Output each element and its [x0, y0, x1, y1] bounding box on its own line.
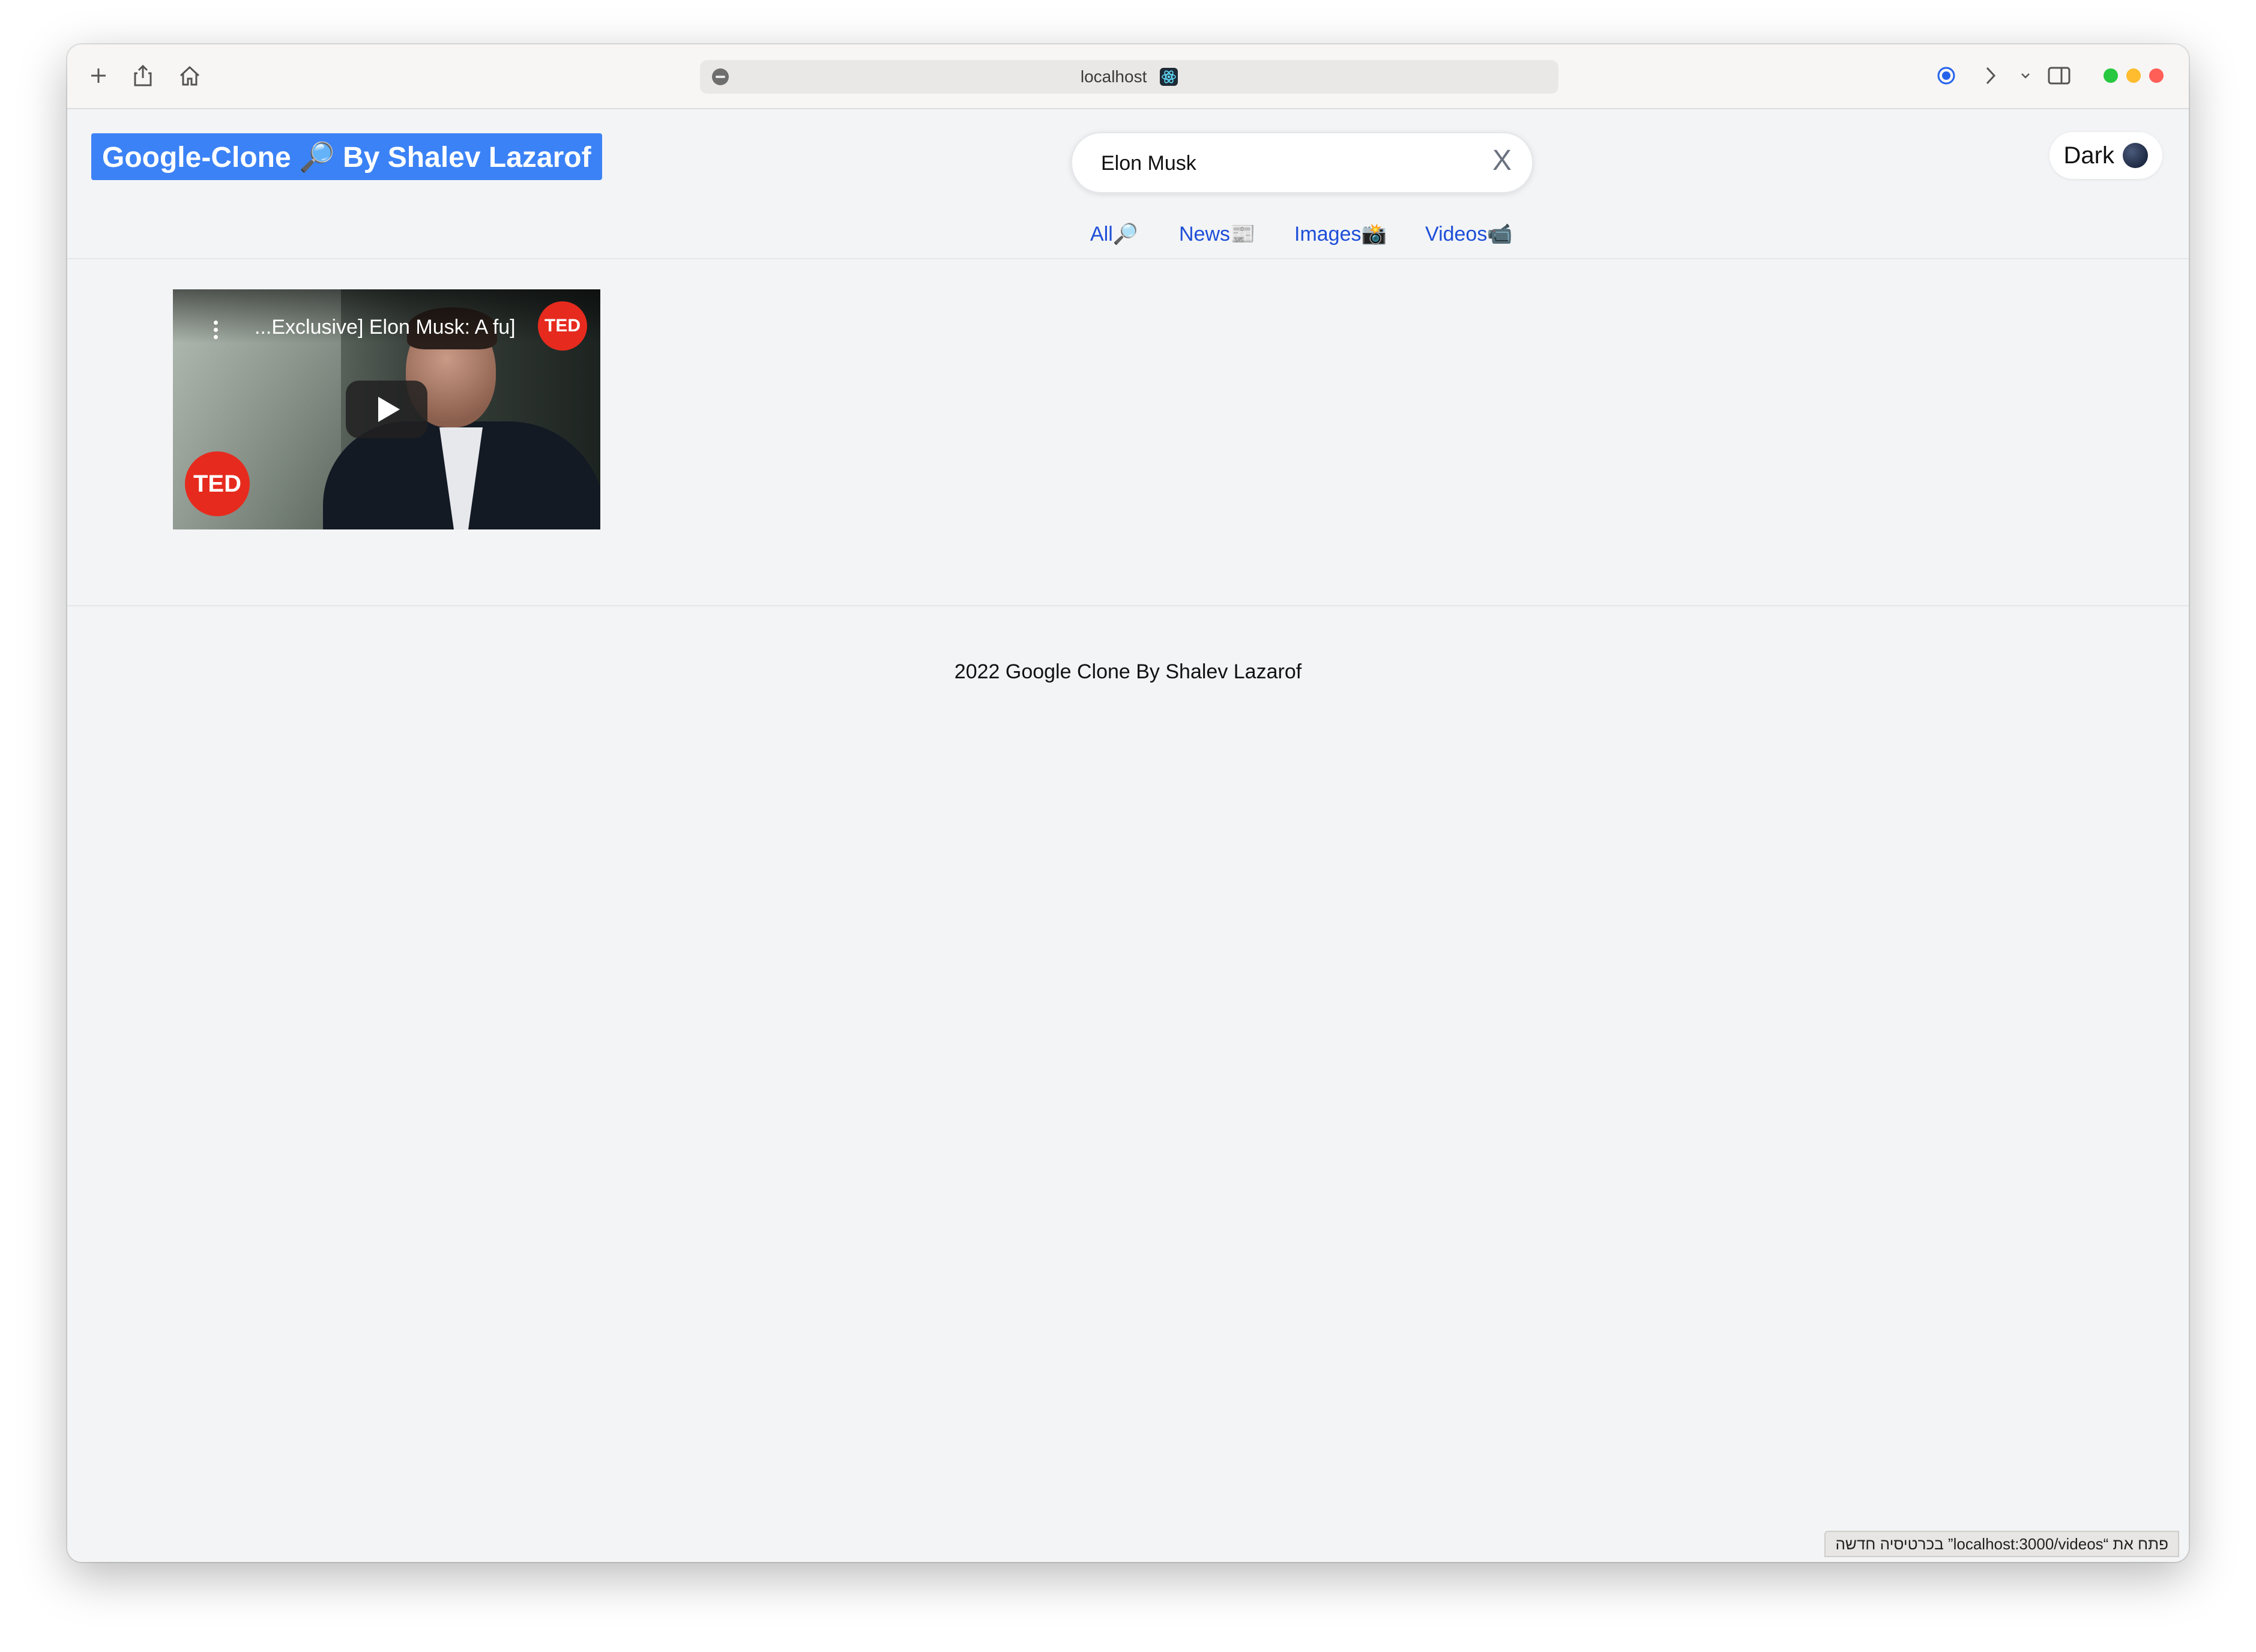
search-tabs: All🔎 News📰 Images📸 Videos📹	[67, 222, 2189, 246]
minimize-button[interactable]	[2126, 68, 2141, 83]
play-icon	[378, 397, 400, 422]
dark-mode-label: Dark	[2063, 142, 2114, 169]
home-icon[interactable]	[174, 60, 205, 91]
footer-divider	[67, 605, 2189, 606]
sidebar-toggle-icon[interactable]	[2043, 60, 2075, 91]
ted-watermark: TED	[185, 451, 250, 516]
play-button[interactable]	[346, 381, 427, 438]
tab-videos[interactable]: Videos📹	[1425, 222, 1513, 246]
tab-all[interactable]: All🔎	[1090, 222, 1138, 246]
maximize-button[interactable]	[2104, 68, 2118, 83]
chevron-down-icon[interactable]	[2010, 60, 2041, 91]
dark-mode-toggle[interactable]: Dark	[2049, 132, 2162, 179]
search-input[interactable]	[1100, 149, 1462, 178]
close-window-button[interactable]	[2149, 68, 2164, 83]
video-menu-icon[interactable]	[214, 321, 219, 339]
channel-avatar[interactable]: TED	[538, 301, 587, 351]
new-tab-icon[interactable]	[83, 60, 114, 91]
clear-search-button[interactable]: X	[1492, 144, 1512, 177]
tab-images[interactable]: Images📸	[1294, 222, 1387, 246]
video-title[interactable]: ...Exclusive] Elon Musk: A fu]	[255, 316, 516, 339]
moon-icon	[2123, 143, 2148, 168]
search-box: X	[1071, 132, 1533, 193]
address-bar[interactable]: localhost	[700, 60, 1558, 94]
site-logo[interactable]: Google-Clone 🔎 By Shalev Lazarof	[91, 133, 602, 180]
footer-text: 2022 Google Clone By Shalev Lazarof	[954, 660, 1302, 683]
share-icon[interactable]	[127, 60, 158, 91]
url-text: localhost	[1080, 67, 1147, 86]
extension-icon[interactable]	[1931, 60, 1962, 91]
status-bar: פתח את “localhost:3000/videos” בכרטיסיה …	[1824, 1531, 2179, 1557]
header-divider	[67, 258, 2189, 259]
tab-news[interactable]: News📰	[1179, 222, 1255, 246]
browser-window: localhost Google-Clone 🔎 By Shalev Lazar…	[67, 44, 2189, 1562]
browser-toolbar: localhost	[67, 44, 2189, 109]
video-player[interactable]: ...Exclusive] Elon Musk: A fu] TED TED	[173, 289, 600, 529]
forward-icon[interactable]	[1975, 60, 2006, 91]
react-favicon-icon	[1160, 68, 1178, 86]
